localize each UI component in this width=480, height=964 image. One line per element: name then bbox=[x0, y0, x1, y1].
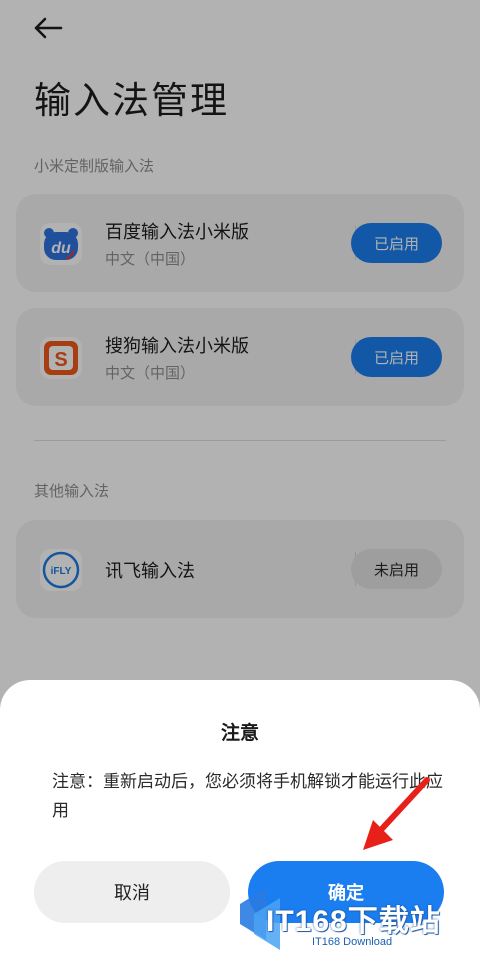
cancel-button[interactable]: 取消 bbox=[34, 861, 230, 923]
watermark-sub: IT168 Download bbox=[312, 936, 393, 948]
dialog-title: 注意 bbox=[220, 722, 259, 744]
red-arrow-icon bbox=[363, 777, 430, 850]
watermark-brand: IT168下载站 bbox=[266, 905, 441, 938]
